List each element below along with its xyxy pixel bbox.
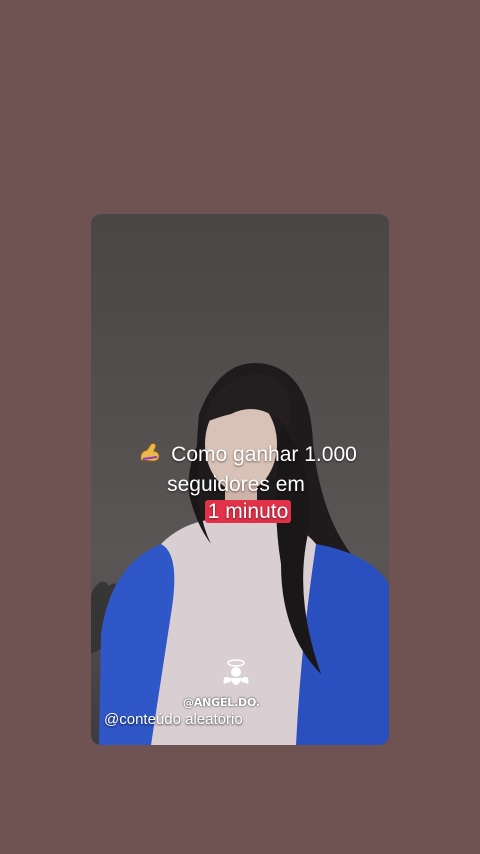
caption-line-1: Como ganhar 1.000 xyxy=(91,440,389,471)
muscle-icon xyxy=(137,440,163,471)
story-card[interactable]: Como ganhar 1.000 seguidores em 1 minuto… xyxy=(91,214,389,745)
story-caption: Como ganhar 1.000 seguidores em 1 minuto xyxy=(91,440,389,525)
caption-highlight: 1 minuto xyxy=(204,500,292,523)
caption-line-2: seguidores em xyxy=(167,473,305,496)
caption-line-3: 1 minuto xyxy=(91,498,389,525)
account-handle[interactable]: @conteúdo aleatório xyxy=(104,711,243,728)
caption-text-line-1: Como ganhar 1.000 xyxy=(171,443,357,466)
angel-icon xyxy=(220,658,252,699)
